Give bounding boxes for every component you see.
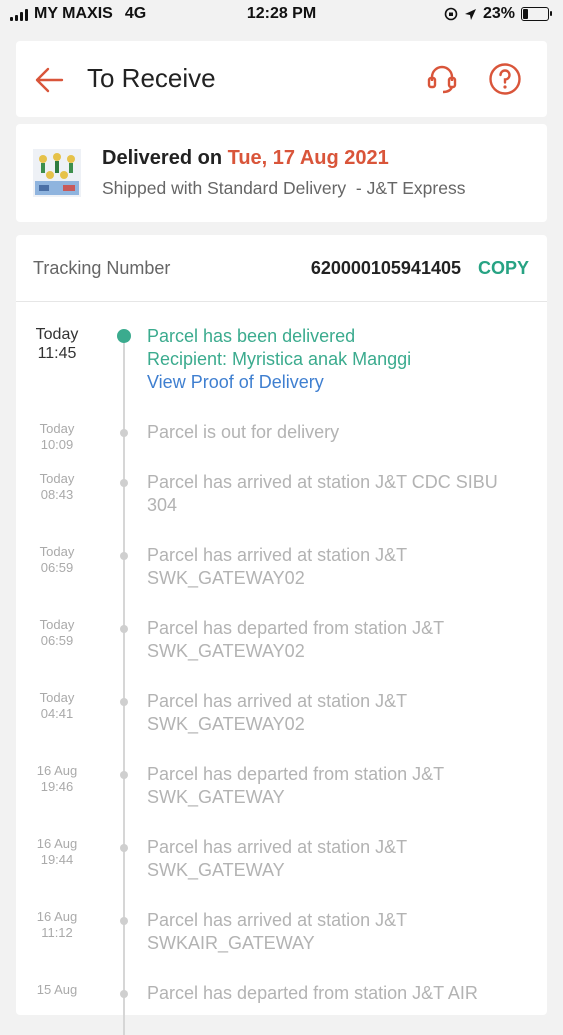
- event-time: Today 06:59: [33, 544, 81, 576]
- timeline-line: [123, 335, 125, 1035]
- event-day: Today: [39, 544, 75, 559]
- event-line: Parcel has departed from station J&T: [147, 618, 445, 638]
- timeline-dot: [120, 844, 128, 852]
- event-day: Today: [39, 617, 75, 632]
- event-clock: 08:43: [40, 487, 74, 502]
- copy-button[interactable]: COPY: [478, 258, 529, 279]
- event-time: 15 Aug: [33, 982, 81, 998]
- event-description: Parcel has arrived at station J&T SWK_GA…: [147, 836, 537, 882]
- event-description: Parcel has arrived at station J&T SWKAIR…: [147, 909, 537, 955]
- event-line: Parcel has arrived at station J&T: [147, 691, 408, 711]
- event-time: 16 Aug 11:12: [33, 909, 81, 941]
- event-day: Today: [39, 421, 75, 436]
- event-time: 16 Aug 19:44: [33, 836, 81, 868]
- page-title: To Receive: [87, 63, 216, 93]
- event-day: 16 Aug: [36, 836, 78, 851]
- view-proof-of-delivery-link[interactable]: View Proof of Delivery: [147, 371, 537, 394]
- event-description: Parcel has arrived at station J&T CDC SI…: [147, 471, 537, 517]
- event-line: SWK_GATEWAY: [147, 860, 285, 880]
- timeline-dot-active: [117, 329, 131, 343]
- location-arrow-icon: [464, 8, 476, 20]
- product-thumbnail: [33, 149, 81, 197]
- event-line: Parcel has been delivered: [147, 326, 356, 346]
- tracking-card: Tracking Number 620000105941405 COPY Tod…: [16, 235, 547, 1035]
- event-line: Recipient: Myristica anak Manggi: [147, 349, 412, 369]
- event-description: Parcel has departed from station J&T SWK…: [147, 617, 537, 663]
- event-clock: 04:41: [40, 706, 74, 721]
- event-line: SWK_GATEWAY02: [147, 714, 305, 734]
- timeline-dot: [120, 917, 128, 925]
- event-line: 304: [147, 495, 178, 515]
- timeline-dot: [120, 552, 128, 560]
- event-clock: 11:45: [37, 345, 77, 362]
- event-description: Parcel has arrived at station J&T SWK_GA…: [147, 690, 537, 736]
- event-line: SWK_GATEWAY02: [147, 641, 305, 661]
- delivery-status-prefix: Delivered on: [102, 147, 228, 169]
- status-bar: MY MAXIS 4G 12:28 PM 23%: [0, 0, 563, 30]
- event-day: 16 Aug: [36, 909, 78, 924]
- timeline-dot: [120, 990, 128, 998]
- event-time: Today 11:45: [31, 325, 83, 363]
- timeline-dot: [120, 429, 128, 437]
- event-line: SWKAIR_GATEWAY: [147, 933, 315, 953]
- event-line: Parcel has departed from station J&T: [147, 764, 445, 784]
- tracking-number: 620000105941405: [310, 258, 461, 278]
- event-description: Parcel has departed from station J&T SWK…: [147, 763, 537, 809]
- back-arrow-icon[interactable]: [34, 65, 64, 95]
- event-line: Parcel has arrived at station J&T: [147, 837, 408, 857]
- timeline-dot: [120, 625, 128, 633]
- question-icon[interactable]: [487, 61, 523, 97]
- battery-icon: [521, 7, 552, 21]
- event-description: Parcel has departed from station J&T AIR: [147, 982, 537, 1005]
- event-description: Parcel has been delivered Recipient: Myr…: [147, 325, 537, 394]
- header-bar: To Receive: [16, 41, 547, 117]
- event-day: 16 Aug: [36, 763, 78, 778]
- timeline-dot: [120, 771, 128, 779]
- event-line: Parcel has departed from station J&T AIR: [147, 983, 478, 1003]
- event-day: Today: [39, 690, 75, 705]
- timeline-dot: [120, 479, 128, 487]
- event-time: Today 04:41: [33, 690, 81, 722]
- event-description: Parcel has arrived at station J&T SWK_GA…: [147, 544, 537, 590]
- event-clock: 06:59: [40, 560, 74, 575]
- event-time: Today 08:43: [33, 471, 81, 503]
- event-time: Today 10:09: [33, 421, 81, 453]
- event-time: Today 06:59: [33, 617, 81, 649]
- delivery-status: Delivered on Tue, 17 Aug 2021: [102, 147, 389, 170]
- headset-icon[interactable]: [424, 61, 460, 97]
- event-line: SWK_GATEWAY: [147, 787, 285, 807]
- event-line: Parcel is out for delivery: [147, 422, 340, 442]
- event-day: Today: [35, 326, 79, 343]
- event-day: Today: [39, 471, 75, 486]
- screen-rotation-lock-icon: [444, 7, 458, 21]
- event-clock: 19:46: [40, 779, 74, 794]
- status-right: 23%: [444, 5, 552, 23]
- tracking-number-row: Tracking Number 620000105941405 COPY: [16, 235, 547, 302]
- event-line: Parcel has arrived at station J&T: [147, 910, 408, 930]
- event-day: 15 Aug: [36, 982, 78, 997]
- shipping-method: Shipped with Standard Delivery - J&T Exp…: [102, 178, 466, 198]
- tracking-number-label: Tracking Number: [33, 258, 171, 278]
- event-line: SWK_GATEWAY02: [147, 568, 305, 588]
- event-line: Parcel has arrived at station J&T CDC SI…: [147, 472, 498, 492]
- event-clock: 19:44: [40, 852, 74, 867]
- event-description: Parcel is out for delivery: [147, 421, 537, 444]
- battery-percent: 23%: [482, 5, 515, 22]
- event-time: 16 Aug 19:46: [33, 763, 81, 795]
- event-line: Parcel has arrived at station J&T: [147, 545, 408, 565]
- delivery-summary: Delivered on Tue, 17 Aug 2021 Shipped wi…: [16, 124, 547, 222]
- event-clock: 10:09: [40, 437, 74, 452]
- event-clock: 11:12: [41, 925, 73, 940]
- delivery-date: Tue, 17 Aug 2021: [227, 147, 389, 169]
- event-clock: 06:59: [40, 633, 74, 648]
- timeline-dot: [120, 698, 128, 706]
